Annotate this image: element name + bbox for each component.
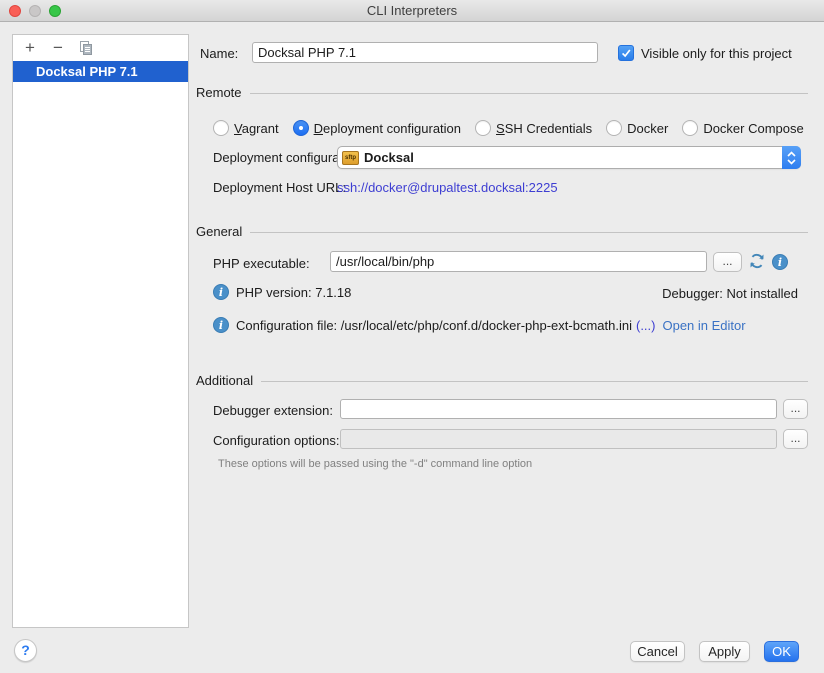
radio-ssh-credentials[interactable]: SSH Credentials	[475, 120, 592, 136]
debugger-extension-label: Debugger extension:	[213, 403, 333, 418]
cancel-button[interactable]: Cancel	[630, 641, 685, 662]
php-version-row: i PHP version: 7.1.18	[213, 284, 351, 300]
name-input[interactable]	[252, 42, 598, 63]
window-title: CLI Interpreters	[0, 0, 824, 22]
debugger-extension-input[interactable]	[340, 399, 777, 419]
remote-type-radio-group: Vagrant Deployment configuration SSH Cre…	[213, 118, 824, 138]
configuration-file-text: Configuration file: /usr/local/etc/php/c…	[236, 318, 632, 333]
radio-circle-icon	[606, 120, 622, 136]
radio-docker-compose[interactable]: Docker Compose	[682, 120, 803, 136]
reload-phpinfo-icon[interactable]	[748, 252, 766, 273]
additional-section-label: Additional	[196, 373, 253, 388]
section-divider	[250, 93, 808, 94]
list-item-docksal-php[interactable]: Docksal PHP 7.1	[13, 61, 188, 82]
radio-deployment-configuration[interactable]: Deployment configuration	[293, 120, 461, 136]
php-version-text: PHP version: 7.1.18	[236, 285, 351, 300]
radio-circle-icon	[475, 120, 491, 136]
php-executable-browse-button[interactable]: ...	[713, 252, 742, 272]
interpreters-list: Docksal PHP 7.1	[13, 61, 188, 627]
dialog-footer: ? Cancel Apply OK	[0, 630, 824, 673]
section-divider	[250, 232, 808, 233]
deployment-host-url-link[interactable]: ssh://docker@drupaltest.docksal:2225	[337, 180, 558, 195]
remote-section-header: Remote	[196, 84, 808, 100]
configuration-options-label: Configuration options:	[213, 433, 339, 448]
ok-button[interactable]: OK	[764, 641, 799, 662]
radio-vagrant[interactable]: Vagrant	[213, 120, 279, 136]
deployment-configuration-value: Docksal	[364, 150, 414, 165]
deployment-configuration-select[interactable]: sftp Docksal	[337, 146, 801, 169]
radio-vagrant-label: Vagrant	[234, 121, 279, 136]
info-icon: i	[213, 284, 229, 300]
radio-docker-compose-label: Docker Compose	[703, 121, 803, 136]
radio-circle-icon	[213, 120, 229, 136]
info-icon: i	[213, 317, 229, 333]
configuration-file-row: i Configuration file: /usr/local/etc/php…	[213, 317, 746, 333]
radio-docker[interactable]: Docker	[606, 120, 668, 136]
titlebar: CLI Interpreters	[0, 0, 824, 22]
additional-section-header: Additional	[196, 372, 808, 388]
visible-project-label: Visible only for this project	[641, 46, 792, 61]
help-button[interactable]: ?	[14, 639, 37, 662]
php-executable-input[interactable]	[330, 251, 707, 272]
copy-interpreter-icon[interactable]	[77, 39, 95, 57]
remote-section-label: Remote	[196, 85, 242, 100]
interpreters-list-panel: + − Docksal PHP 7.1	[12, 34, 189, 628]
svg-text:i: i	[219, 319, 223, 332]
info-icon[interactable]: i	[772, 254, 788, 270]
add-interpreter-button[interactable]: +	[21, 39, 39, 57]
list-toolbar: + −	[13, 35, 188, 61]
sftp-server-icon: sftp	[342, 151, 359, 165]
radio-ssh-credentials-label: SSH Credentials	[496, 121, 592, 136]
general-section-header: General	[196, 223, 808, 239]
configuration-options-hint: These options will be passed using the "…	[218, 458, 532, 470]
name-label: Name:	[200, 46, 238, 61]
php-executable-label: PHP executable:	[213, 256, 310, 271]
configuration-file-expand-link[interactable]: (...)	[636, 318, 656, 333]
svg-text:i: i	[778, 256, 782, 269]
combo-stepper-icon[interactable]	[782, 146, 801, 169]
section-divider	[261, 381, 808, 382]
remove-interpreter-button[interactable]: −	[49, 39, 67, 57]
radio-docker-label: Docker	[627, 121, 668, 136]
radio-deployment-configuration-label: Deployment configuration	[314, 121, 461, 136]
radio-circle-icon	[682, 120, 698, 136]
debugger-extension-browse-button[interactable]: ...	[783, 399, 808, 419]
check-icon	[620, 47, 632, 59]
deployment-host-url-label: Deployment Host URL:	[213, 180, 346, 195]
apply-button[interactable]: Apply	[699, 641, 750, 662]
cli-interpreters-dialog: CLI Interpreters + − Docksal PHP 7.1 Nam…	[0, 0, 824, 673]
radio-selected-icon	[293, 120, 309, 136]
open-in-editor-link[interactable]: Open in Editor	[662, 318, 745, 333]
visible-project-checkbox[interactable]	[618, 45, 634, 61]
configuration-options-browse-button[interactable]: ...	[783, 429, 808, 449]
general-section-label: General	[196, 224, 242, 239]
configuration-options-input[interactable]	[340, 429, 777, 449]
debugger-status-text: Debugger: Not installed	[662, 286, 798, 301]
svg-text:i: i	[219, 286, 223, 299]
